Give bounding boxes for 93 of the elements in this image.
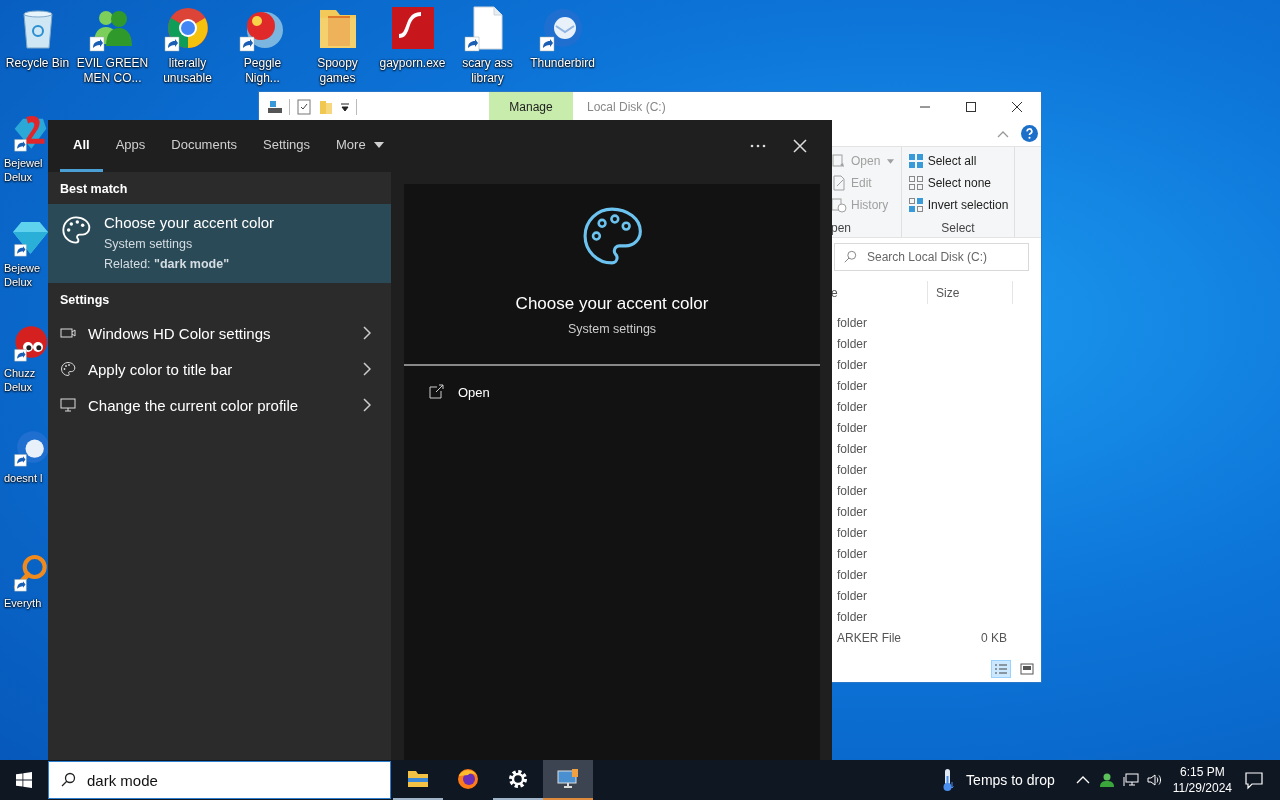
clock-time[interactable]: 6:15 PM <box>1180 764 1225 780</box>
table-cell-text: folder <box>836 399 869 414</box>
thermometer-icon[interactable] <box>942 768 955 792</box>
section-heading: Settings <box>59 292 111 309</box>
table-cell-text: folder <box>836 546 869 561</box>
icon-label: EVIL GREEN MEN CO... <box>76 56 149 86</box>
settings-icon <box>506 767 530 791</box>
table-cell-text: folder <box>836 588 869 603</box>
open-action[interactable]: Open <box>404 366 514 418</box>
icon-label: literally unusable <box>163 56 212 86</box>
chevron-right-icon <box>363 362 371 376</box>
ribbon-button[interactable]: Select all <box>907 151 1009 171</box>
tab[interactable]: More <box>323 120 397 172</box>
icon-label: Peggle Nigh... <box>243 56 282 86</box>
dropdown-caret-icon <box>887 158 895 164</box>
thumbnail-view-icon[interactable] <box>1017 660 1037 678</box>
open-icon <box>428 384 444 400</box>
settings-result[interactable]: Windows HD Color settings <box>48 315 391 351</box>
table-cell-text: folder <box>836 441 869 456</box>
collapse-ribbon-icon[interactable] <box>997 129 1009 138</box>
dropdown-caret-icon <box>373 141 384 148</box>
edit-icon <box>831 175 847 191</box>
table-cell-text: folder <box>836 567 869 582</box>
select-none-icon <box>907 175 924 191</box>
table-cell-text: folder <box>836 462 869 477</box>
group-label: pen <box>831 221 852 235</box>
display-icon <box>60 325 76 341</box>
search-field[interactable]: dark mode <box>48 761 391 799</box>
icon-label: scary ass library <box>462 56 513 86</box>
search-field[interactable]: Search Local Disk (C:) <box>834 243 1029 271</box>
notification-icon[interactable] <box>1244 770 1264 790</box>
dropdown-caret-icon[interactable] <box>340 101 350 112</box>
help-icon[interactable] <box>1021 125 1038 142</box>
preview-title: Choose your accent color <box>515 294 709 314</box>
icon-label: Recycle Bin <box>5 56 70 71</box>
ribbon-tab[interactable]: Manage <box>489 92 573 121</box>
ribbon-button[interactable]: Invert selection <box>907 195 1009 215</box>
chevron-right-icon <box>363 398 371 412</box>
chevron-right-icon <box>363 326 371 340</box>
ribbon-button[interactable]: Select none <box>907 173 1009 193</box>
settings-result[interactable]: Apply color to title bar <box>48 351 391 387</box>
person-icon[interactable] <box>1098 772 1115 788</box>
clock-date[interactable]: 11/29/2024 <box>1172 780 1232 796</box>
icon-label: Bejewe Delux <box>4 261 42 289</box>
invert-selection-icon <box>907 197 924 213</box>
preview-subtitle: System settings <box>567 322 657 336</box>
table-cell-text: folder <box>836 609 869 624</box>
icon-label: Chuzz Delux <box>4 366 37 394</box>
volume-icon[interactable] <box>1146 772 1163 788</box>
palette-icon <box>60 214 92 246</box>
table-cell-text: ARKER File <box>836 630 902 645</box>
tab[interactable]: Settings <box>250 120 323 172</box>
drive-icon[interactable] <box>267 98 283 115</box>
close-icon[interactable] <box>1011 100 1023 113</box>
table-cell-text: folder <box>836 378 869 393</box>
weather-text[interactable]: Temps to drop <box>966 772 1055 788</box>
computer-icon <box>556 767 580 791</box>
column-header[interactable]: Size <box>928 281 1013 304</box>
icon-label: Spoopy games <box>317 56 358 86</box>
icon-label: doesnt l <box>4 471 44 485</box>
icon-label: Everyth <box>4 596 43 610</box>
result-title: Choose your accent color <box>104 214 275 231</box>
tab[interactable]: Apps <box>102 120 159 172</box>
checklist-icon[interactable] <box>296 98 312 115</box>
select-all-icon <box>907 153 924 169</box>
related-text: Related: "dark mode" <box>104 257 231 271</box>
window-title: Local Disk (C:) <box>587 99 666 114</box>
network-icon[interactable] <box>1122 772 1139 788</box>
search-icon <box>843 250 857 264</box>
table-cell-text: folder <box>836 357 869 372</box>
maximize-icon[interactable] <box>965 100 977 113</box>
icon-label: Thunderbird <box>530 56 595 71</box>
table-cell-text: 0 KB <box>980 630 1007 645</box>
section-heading: Best match <box>59 181 129 198</box>
icon-label: Bejewel Delux <box>4 156 44 184</box>
table-cell-text: folder <box>836 336 869 351</box>
table-cell-text: folder <box>836 525 869 540</box>
best-match-result[interactable]: Choose your accent color System settings Related: "dark mode" <box>48 204 391 283</box>
fox-globe-icon <box>456 767 480 791</box>
result-subtitle: System settings <box>104 237 194 251</box>
tab[interactable]: Documents <box>158 120 250 172</box>
open-icon <box>831 153 847 169</box>
table-cell-text: folder <box>836 315 869 330</box>
start-icon[interactable] <box>16 772 32 788</box>
table-cell-text: folder <box>836 504 869 519</box>
icon-label: gayporn.exe <box>379 56 446 71</box>
search-icon <box>60 772 76 788</box>
table-cell-text: folder <box>836 483 869 498</box>
palette-icon <box>60 361 76 377</box>
settings-result[interactable]: Change the current color profile <box>48 387 391 423</box>
monitor-icon <box>60 397 76 413</box>
table-cell-text: folder <box>836 420 869 435</box>
group-label: Select <box>941 221 975 235</box>
